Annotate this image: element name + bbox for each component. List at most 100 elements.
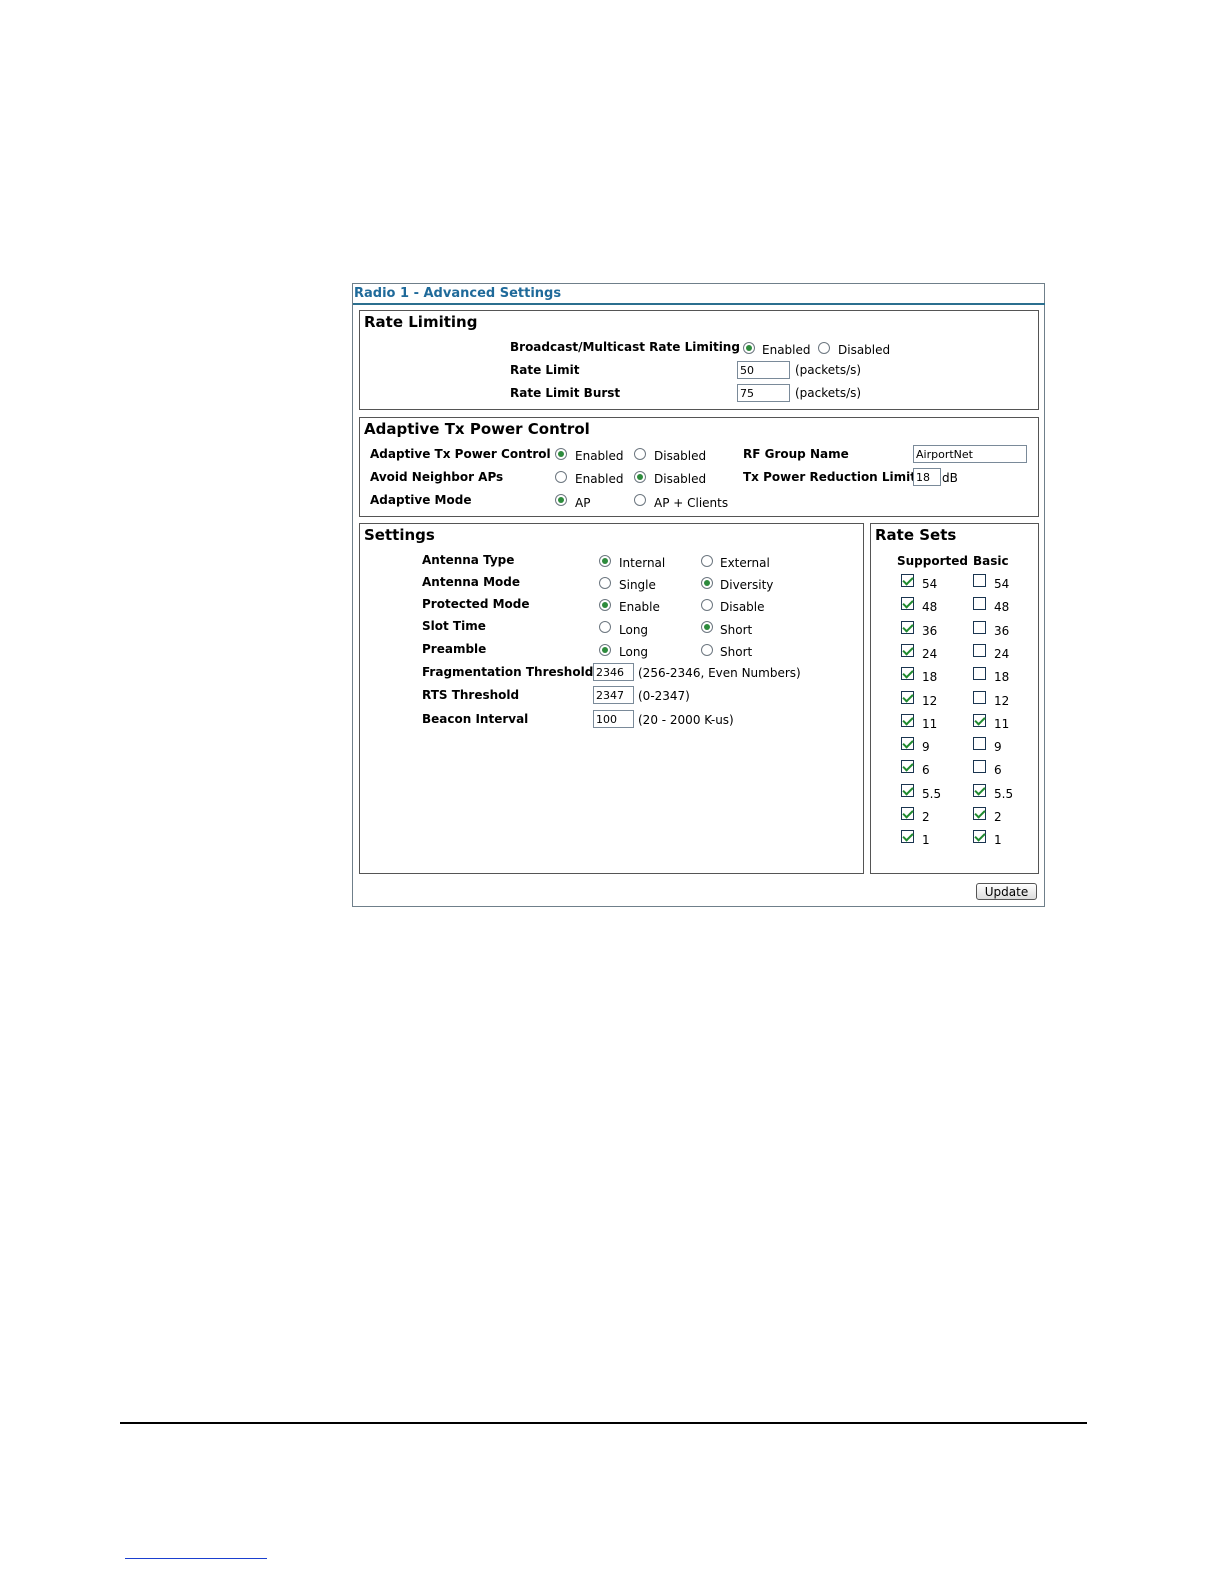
- mode-ap-clients-radio[interactable]: [634, 494, 646, 506]
- supported-rate-label: 12: [922, 693, 938, 708]
- supported-rate-checkbox[interactable]: [901, 620, 914, 634]
- basic-rate-label: 9: [994, 740, 1002, 755]
- panel-title: Radio 1 - Advanced Settings: [353, 284, 1045, 305]
- rts-threshold-label: RTS Threshold: [422, 688, 520, 702]
- basic-rate-checkbox[interactable]: [973, 643, 986, 657]
- basic-rate-label: 2: [994, 810, 1002, 824]
- protected-disable-label: Disable: [720, 600, 765, 614]
- atpc-disabled-radio[interactable]: [634, 448, 646, 460]
- supported-rate-label: 48: [922, 600, 938, 615]
- tx-power-reduction-label: Tx Power Reduction Limit: [743, 470, 917, 484]
- avoid-disabled-radio[interactable]: [634, 471, 646, 483]
- protected-enable-radio[interactable]: [599, 599, 611, 611]
- adaptive-tx-power-title: Adaptive Tx Power Control: [364, 420, 590, 438]
- mode-ap-label: AP: [575, 496, 591, 510]
- rate-limit-input[interactable]: [737, 361, 790, 379]
- protected-disable-radio[interactable]: [701, 599, 713, 611]
- basic-rate-label: 54: [994, 577, 1010, 591]
- update-button[interactable]: Update: [976, 883, 1037, 900]
- atpc-enabled-radio[interactable]: [555, 448, 567, 460]
- footer-link-underline: [125, 1558, 267, 1559]
- supported-rate-label: 2: [922, 810, 930, 824]
- supported-rate-checkbox[interactable]: [901, 597, 914, 611]
- supported-rate-label: 54: [922, 577, 938, 591]
- rate-limit-burst-label: Rate Limit Burst: [510, 386, 621, 400]
- preamble-label: Preamble: [422, 642, 487, 656]
- basic-rate-label: 36: [994, 623, 1010, 638]
- basic-rate-label: 12: [994, 693, 1010, 708]
- basic-rate-label: 5.5: [994, 786, 1014, 801]
- bcast-disabled-radio[interactable]: [818, 342, 830, 354]
- basic-rate-checkbox[interactable]: [973, 783, 986, 797]
- rate-limit-burst-input[interactable]: [737, 384, 790, 402]
- page-divider: [120, 1422, 1087, 1424]
- supported-rate-checkbox[interactable]: [901, 690, 914, 704]
- basic-rate-checkbox[interactable]: [973, 737, 986, 751]
- fragmentation-threshold-input[interactable]: [593, 663, 634, 681]
- rate-limiting-title: Rate Limiting: [364, 313, 478, 331]
- supported-rate-checkbox[interactable]: [901, 783, 914, 797]
- tx-power-reduction-unit: dB: [942, 471, 958, 485]
- rate-limit-burst-unit: (packets/s): [795, 386, 862, 400]
- rf-group-name-label: RF Group Name: [743, 447, 849, 461]
- rate-limiting-section: Rate Limiting: [359, 310, 1039, 410]
- basic-rate-checkbox[interactable]: [973, 574, 986, 587]
- slot-long-radio[interactable]: [599, 621, 611, 633]
- basic-rate-label: 1: [994, 833, 1002, 848]
- supported-rate-checkbox[interactable]: [901, 760, 914, 774]
- mode-ap-clients-label: AP + Clients: [654, 496, 729, 510]
- avoid-disabled-label: Disabled: [654, 472, 707, 486]
- slot-time-label: Slot Time: [422, 619, 486, 633]
- antenna-diversity-radio[interactable]: [701, 577, 713, 589]
- supported-rate-checkbox[interactable]: [901, 643, 914, 657]
- supported-rate-checkbox[interactable]: [901, 667, 914, 681]
- preamble-short-radio[interactable]: [701, 644, 713, 656]
- basic-rate-checkbox[interactable]: [973, 713, 986, 727]
- basic-rate-checkbox[interactable]: [973, 690, 986, 704]
- supported-rate-label: 24: [922, 646, 938, 661]
- basic-rate-checkbox[interactable]: [973, 667, 986, 681]
- antenna-diversity-label: Diversity: [720, 578, 774, 592]
- rf-group-name-input[interactable]: [913, 445, 1027, 463]
- supported-rate-label: 1: [922, 833, 930, 848]
- supported-rate-checkbox[interactable]: [901, 807, 914, 820]
- supported-rate-checkbox[interactable]: [901, 830, 914, 844]
- supported-header: Supported: [897, 554, 968, 568]
- atpc-disabled-label: Disabled: [654, 449, 707, 463]
- basic-rate-label: 6: [994, 763, 1002, 778]
- slot-short-label: Short: [720, 623, 753, 637]
- supported-rate-label: 36: [922, 623, 938, 638]
- beacon-interval-input[interactable]: [593, 710, 634, 728]
- basic-rate-checkbox[interactable]: [973, 760, 986, 774]
- supported-rate-checkbox[interactable]: [901, 574, 914, 587]
- basic-rate-checkbox[interactable]: [973, 830, 986, 844]
- basic-rate-label: 18: [994, 670, 1010, 685]
- rts-threshold-input[interactable]: [593, 686, 634, 704]
- antenna-external-radio[interactable]: [701, 555, 713, 567]
- basic-rate-checkbox[interactable]: [973, 597, 986, 611]
- slot-short-radio[interactable]: [701, 621, 713, 633]
- rate-limit-label: Rate Limit: [510, 363, 580, 377]
- preamble-long-radio[interactable]: [599, 644, 611, 656]
- antenna-type-label: Antenna Type: [422, 553, 515, 567]
- tx-power-reduction-input[interactable]: [913, 468, 941, 486]
- protected-mode-label: Protected Mode: [422, 597, 530, 611]
- antenna-single-radio[interactable]: [599, 577, 611, 589]
- rate-limit-unit: (packets/s): [795, 363, 862, 377]
- preamble-short-label: Short: [720, 645, 753, 659]
- supported-rate-label: 6: [922, 763, 930, 778]
- mode-ap-radio[interactable]: [555, 494, 567, 506]
- bcast-enabled-radio[interactable]: [743, 342, 755, 354]
- supported-rate-checkbox[interactable]: [901, 737, 914, 751]
- bcast-rate-limiting-label: Broadcast/Multicast Rate Limiting: [510, 340, 740, 354]
- supported-rate-checkbox[interactable]: [901, 713, 914, 727]
- basic-rate-checkbox[interactable]: [973, 807, 986, 820]
- avoid-enabled-radio[interactable]: [555, 471, 567, 483]
- fragmentation-threshold-hint: (256-2346, Even Numbers): [638, 666, 801, 680]
- avoid-neighbor-label: Avoid Neighbor APs: [370, 470, 504, 484]
- antenna-internal-radio[interactable]: [599, 555, 611, 567]
- bcast-disabled-label: Disabled: [838, 343, 891, 357]
- rts-threshold-hint: (0-2347): [638, 689, 690, 703]
- antenna-internal-label: Internal: [619, 556, 666, 570]
- basic-rate-checkbox[interactable]: [973, 620, 986, 634]
